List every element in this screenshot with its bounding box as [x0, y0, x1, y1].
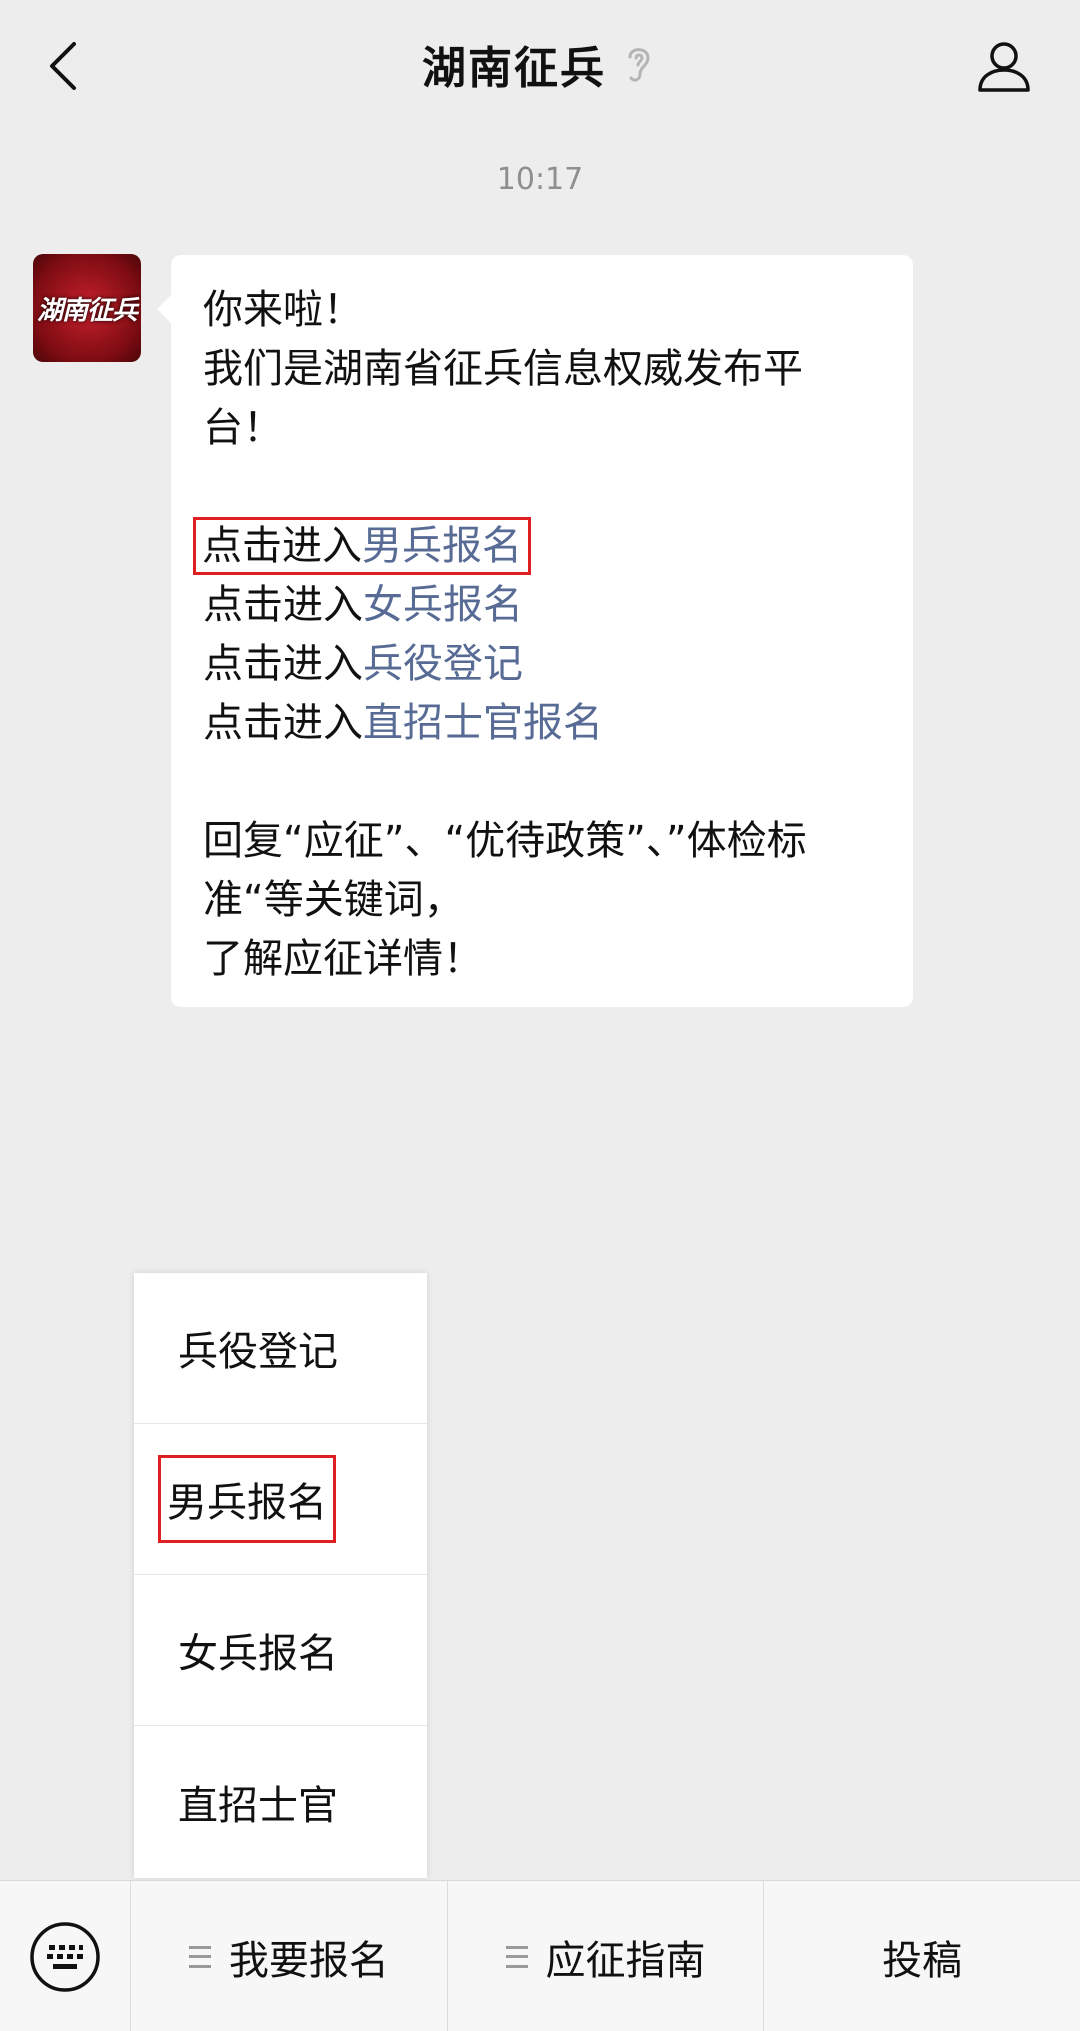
- link-prefix: 点击进入: [203, 582, 363, 628]
- highlight-box: 男兵报名: [158, 1455, 336, 1543]
- submenu-item-male-signup[interactable]: 男兵报名: [134, 1424, 427, 1575]
- ear-icon: [624, 42, 658, 86]
- highlight-box: 点击进入男兵报名: [193, 517, 531, 575]
- menu-tab-label: 应征指南: [545, 1937, 706, 1984]
- submenu-item-label: 女兵报名: [178, 1631, 338, 1677]
- menu-tab-signup[interactable]: 我要报名: [131, 1881, 448, 2031]
- menu-tab-guide[interactable]: 应征指南: [448, 1881, 765, 2031]
- link-prefix: 点击进入: [203, 700, 363, 746]
- link-prefix: 点击进入: [202, 523, 362, 569]
- title-area: 湖南征兵: [0, 28, 1080, 100]
- submenu-item-label: 男兵报名: [167, 1480, 327, 1526]
- link-row-male: 点击进入男兵报名: [193, 517, 883, 576]
- link-row-registration: 点击进入兵役登记: [203, 635, 883, 694]
- keyboard-icon: [30, 1921, 100, 1992]
- person-icon: [978, 42, 1030, 92]
- bottom-menu-bar: 我要报名 应征指南 投稿: [0, 1880, 1080, 2031]
- greeting-text: 你来啦！: [203, 287, 363, 333]
- female-signup-link[interactable]: 女兵报名: [363, 582, 523, 628]
- message-timestamp: 10:17: [496, 162, 584, 197]
- submenu-item-registration[interactable]: 兵役登记: [134, 1273, 427, 1424]
- avatar-logo-text: 湖南征兵: [36, 295, 138, 326]
- reply-text-line-3: 了解应征详情！: [203, 936, 483, 982]
- military-registration-link[interactable]: 兵役登记: [363, 641, 523, 687]
- intro-text-line-1: 我们是湖南省征兵信息权威发布平: [203, 346, 803, 392]
- submenu-item-label: 兵役登记: [178, 1329, 338, 1375]
- chat-screen: 湖南征兵 10:17 湖南征兵 你来啦！ 我们是湖南省征兵信息权威发布平 台！ …: [0, 0, 1080, 2031]
- submenu-item-label: 直招士官: [178, 1782, 338, 1829]
- menu-tab-label: 我要报名: [228, 1937, 389, 1984]
- menu-lines-icon: [505, 1945, 528, 1968]
- reply-text-line-1: 回复“应征”、“优待政策”、”体检标: [203, 818, 807, 864]
- reply-text-line-2: 准“等关键词，: [203, 877, 464, 923]
- submenu-item-female-signup[interactable]: 女兵报名: [134, 1575, 427, 1726]
- page-title: 湖南征兵: [422, 43, 606, 94]
- submenu-item-nco[interactable]: 直招士官: [134, 1726, 427, 1877]
- submenu-popup: 兵役登记 男兵报名 女兵报名 直招士官: [134, 1273, 427, 1878]
- menu-lines-icon: [188, 1945, 211, 1968]
- male-signup-link[interactable]: 男兵报名: [362, 523, 522, 569]
- nco-signup-link[interactable]: 直招士官报名: [363, 700, 603, 746]
- keyboard-toggle-button[interactable]: [0, 1881, 131, 2031]
- link-row-nco: 点击进入直招士官报名: [203, 694, 883, 753]
- menu-tab-label: 投稿: [882, 1937, 963, 1984]
- link-prefix: 点击进入: [203, 641, 363, 687]
- link-row-female: 点击进入女兵报名: [203, 576, 883, 635]
- top-bar: 湖南征兵: [0, 0, 1080, 130]
- intro-text-line-2: 台！: [203, 405, 283, 451]
- account-avatar[interactable]: 湖南征兵: [33, 254, 141, 362]
- menu-tab-submit[interactable]: 投稿: [764, 1881, 1080, 2031]
- profile-button[interactable]: [968, 30, 1040, 102]
- message-bubble: 你来啦！ 我们是湖南省征兵信息权威发布平 台！ 点击进入男兵报名 点击进入女兵报…: [157, 255, 913, 1007]
